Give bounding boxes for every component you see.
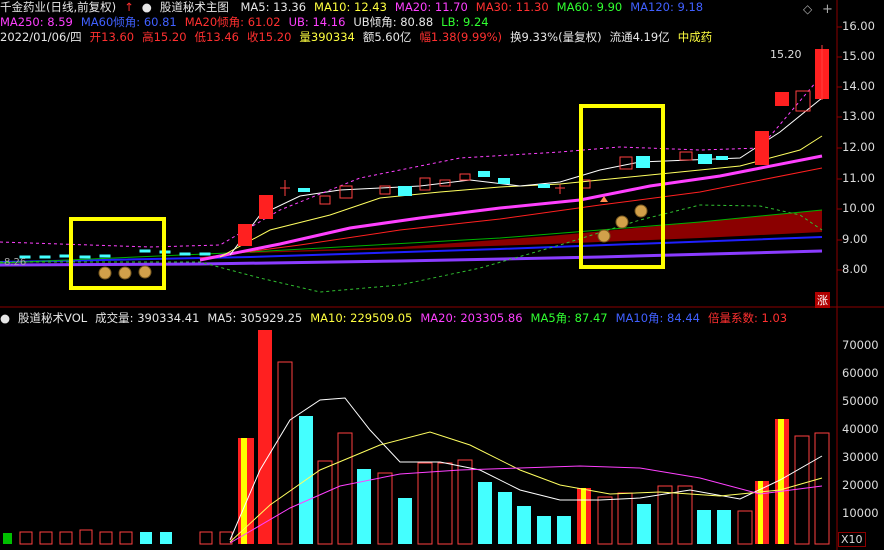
industry-label: 中成药 (677, 30, 713, 44)
vol-header: ● 股道秘术VOL 成交量: 390334.41 MA5: 305929.25 MA10… (0, 311, 795, 326)
vol-ratio: 倍量系数: 1.03 (707, 311, 788, 325)
change-label: 幅1.38(9.99%) (419, 30, 503, 44)
price-tick: 8.00 (842, 262, 868, 276)
ma120-label: MA120: 9.18 (630, 0, 704, 14)
price-tick: 12.00 (842, 140, 875, 154)
lb-label: LB: 9.24 (441, 15, 489, 29)
date-label: 2022/01/06/四 (0, 30, 82, 44)
ma250-label: MA250: 8.59 (0, 15, 73, 29)
vol-tick: 20000 (842, 478, 879, 492)
ma20-label: MA20: 11.70 (394, 0, 468, 14)
vol-tick: 70000 (842, 338, 879, 352)
header-row-1: 千金药业(日线,前复权) ↑ ● 股道秘术主图 MA5: 13.36 MA10: 12.… (0, 0, 711, 15)
header-row-3: 2022/01/06/四 开13.60 高15.20 低13.46 收15.20 量390… (0, 30, 720, 45)
diamond-icon[interactable]: ◇ (803, 2, 812, 16)
ma5-label: MA5: 13.36 (240, 0, 307, 14)
low-label: 低13.46 (194, 30, 239, 44)
stock-name[interactable]: 千金药业(日线,前复权) (0, 0, 116, 14)
ma60-angle-label: MA60倾角: 60.81 (80, 15, 177, 29)
close-label: 收15.20 (246, 30, 292, 44)
vol-indicator-name[interactable]: 股道秘术VOL (18, 311, 87, 325)
amount-label: 额5.60亿 (362, 30, 412, 44)
price-tick: 13.00 (842, 109, 875, 123)
ma30-label: MA30: 11.30 (475, 0, 549, 14)
plus-icon[interactable]: + (822, 2, 833, 17)
open-label: 开13.60 (89, 30, 135, 44)
vol-tick: 50000 (842, 394, 879, 408)
price-tick: 15.00 (842, 49, 875, 63)
vol-tick: 10000 (842, 506, 879, 520)
vol-ma10: MA10: 229509.05 (310, 311, 413, 325)
vol-tick: 60000 (842, 366, 879, 380)
vol-ma10-angle: MA10角: 84.44 (615, 311, 700, 325)
vol-ma5: MA5: 305929.25 (207, 311, 303, 325)
ma60-label: MA60: 9.90 (556, 0, 623, 14)
price-tick: 14.00 (842, 79, 875, 93)
indicator-name[interactable]: 股道秘术主图 (160, 0, 229, 14)
ma20-angle-label: MA20倾角: 61.02 (184, 15, 281, 29)
ub-angle-label: UB倾角: 80.88 (353, 15, 434, 29)
vol-dropdown-icon[interactable]: ● (0, 311, 10, 325)
limit-up-badge: 涨 (815, 292, 830, 308)
ub-label: UB: 14.16 (288, 15, 346, 29)
vol-ma5-angle: MA5角: 87.47 (530, 311, 608, 325)
turnover-label: 换9.33%(量复权) (510, 30, 602, 44)
left-price-label: 8.26 (4, 257, 27, 268)
x10-label[interactable]: X10 (838, 532, 866, 547)
up-arrow-icon: ↑ (124, 0, 134, 14)
vol-value: 成交量: 390334.41 (95, 311, 200, 325)
chart-canvas (0, 0, 884, 550)
ma10-label: MA10: 12.43 (314, 0, 387, 14)
vol-tick: 40000 (842, 422, 879, 436)
price-tick: 9.00 (842, 232, 868, 246)
float-label: 流通4.19亿 (609, 30, 670, 44)
vol-ma20: MA20: 203305.86 (420, 311, 523, 325)
dropdown-icon[interactable]: ● (142, 0, 152, 14)
price-tick: 10.00 (842, 201, 875, 215)
price-tick: 11.00 (842, 171, 875, 185)
high-label: 高15.20 (142, 30, 187, 44)
vol-tick: 30000 (842, 450, 879, 464)
header-row-2: MA250: 8.59 MA60倾角: 60.81 MA20倾角: 61.02 UB:… (0, 15, 497, 30)
volume-label: 量390334 (299, 30, 355, 44)
max-price-label: 15.20 (770, 48, 802, 61)
price-tick: 16.00 (842, 19, 875, 33)
